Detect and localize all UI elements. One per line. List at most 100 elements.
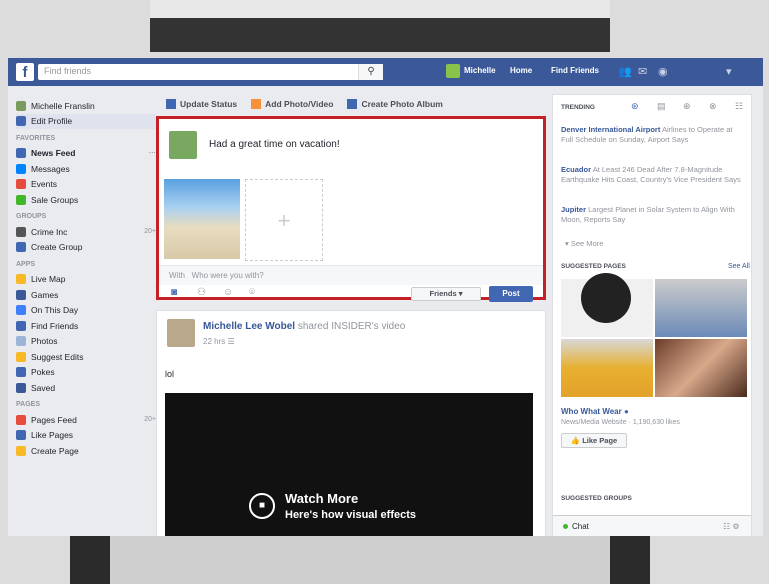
sidebar-item-games[interactable]: Games [16, 287, 156, 302]
chat-bar[interactable]: Chat ☷ ⚙ [553, 515, 751, 536]
location-icon[interactable]: ⌾ [249, 287, 255, 298]
events-icon [16, 179, 26, 189]
monitor-leg-left [70, 536, 110, 584]
suggested-groups-header: SUGGESTED GROUPS [561, 495, 632, 502]
nav-find-friends-link[interactable]: Find Friends [551, 66, 599, 75]
with-input[interactable]: Who were you with? [192, 271, 264, 280]
video-camera-icon[interactable]: ■ [249, 493, 275, 519]
trend-item[interactable]: Denver International Airport Airlines to… [561, 125, 745, 144]
sidebar-item-live-map[interactable]: Live Map [16, 272, 156, 287]
sidebar-item-messages[interactable]: Messages [16, 161, 156, 176]
sidebar-item-edit-profile[interactable]: Edit Profile [16, 113, 156, 129]
timestamp-text: 22 hrs [203, 337, 226, 346]
update-status-tab[interactable]: Update Status [166, 99, 237, 110]
add-photo-icon[interactable]: + [245, 179, 323, 261]
search-icon[interactable]: ⚲ [358, 64, 383, 80]
friend-requests-icon[interactable]: 👥 [618, 65, 632, 78]
sidebar-item-pokes[interactable]: Pokes [16, 365, 156, 380]
create-page-icon [16, 445, 26, 456]
search-input[interactable]: Find friends [38, 64, 383, 80]
pages-header: PAGES [16, 401, 40, 408]
sidebar-item-find-friends[interactable]: Find Friends [16, 318, 156, 333]
video-player[interactable]: ■ Watch More Here's how visual effects [165, 393, 533, 536]
trend-item[interactable]: Ecuador At Least 246 Dead After 7.8-Magn… [561, 165, 745, 184]
sidebar-item-saved[interactable]: Saved [16, 380, 156, 395]
author-link[interactable]: Michelle Lee Wobel [203, 321, 295, 332]
sidebar-item-pages-feed[interactable]: Pages Feed 20+ [16, 412, 156, 427]
chat-label: Chat [572, 522, 589, 531]
see-all-link[interactable]: See All [728, 263, 750, 270]
sidebar-item-sale-groups[interactable]: Sale Groups [16, 192, 156, 207]
like-pages-icon [16, 430, 26, 440]
camera-icon[interactable]: ◙ [171, 287, 177, 298]
sidebar-item-create-group[interactable]: Create Group [16, 240, 156, 255]
more-icon[interactable]: ··· [149, 150, 156, 157]
avatar[interactable] [446, 64, 460, 78]
tag-people-icon[interactable]: ⚇ [197, 287, 206, 298]
create-photo-album-tab[interactable]: Create Photo Album [347, 98, 443, 110]
messages-icon[interactable]: ✉ [638, 65, 647, 78]
tab-label: Create Photo Album [361, 98, 443, 109]
sidebar-item-profile[interactable]: Michelle Franslin [16, 98, 156, 113]
chat-settings-icon[interactable]: ☷ ⚙ [723, 522, 740, 531]
sidebar-item-label: Suggest Edits [31, 351, 84, 362]
trend-title: Ecuador [561, 165, 592, 174]
notifications-icon[interactable]: ◉ [658, 65, 668, 78]
sidebar-item-label: Create Page [31, 445, 79, 456]
sidebar-item-label: Like Pages [31, 430, 74, 440]
avatar-icon [16, 100, 26, 111]
feed-story: Michelle Lee Wobel shared INSIDER's vide… [156, 310, 546, 536]
story-timestamp[interactable]: 22 hrs ☰ [203, 337, 235, 346]
sidebar-item-crime-inc[interactable]: Crime Inc 20+ [16, 224, 156, 239]
suggested-page-image[interactable] [655, 279, 747, 337]
games-icon [16, 289, 26, 300]
avatar[interactable] [167, 319, 195, 347]
apps-header: APPS [16, 260, 36, 268]
favorites-header: FAVORITES [16, 134, 56, 142]
sidebar-item-label: Live Map [31, 274, 66, 284]
trending-science-icon[interactable]: ⊕ [683, 101, 691, 112]
sidebar-item-suggest-edits[interactable]: Suggest Edits [16, 349, 156, 364]
trend-item[interactable]: Jupiter Largest Planet in Solar System t… [561, 205, 745, 224]
suggest-edits-icon [16, 351, 26, 362]
sidebar-item-label: Photos [31, 336, 58, 346]
tab-label: Add Photo/Video [265, 98, 334, 109]
tag-friends-row[interactable]: With Who were you with? [159, 265, 543, 285]
feeling-icon[interactable]: ☺ [223, 287, 233, 298]
attached-photo[interactable] [164, 179, 240, 259]
suggested-page-image[interactable] [561, 339, 653, 397]
nav-user-name[interactable]: Michelle [464, 66, 496, 75]
add-photo-video-tab[interactable]: Add Photo/Video [251, 99, 333, 110]
trending-politics-icon[interactable]: ▤ [657, 101, 666, 112]
facebook-screen: f Find friends ⚲ Michelle Home Find Frie… [8, 58, 763, 536]
nav-home-link[interactable]: Home [510, 66, 532, 75]
sidebar-item-like-pages[interactable]: Like Pages [16, 428, 156, 443]
sidebar-item-events[interactable]: Events [16, 177, 156, 192]
see-more-link[interactable]: ▾ See More [565, 239, 603, 248]
post-button[interactable]: Post [489, 286, 533, 302]
facebook-logo-icon[interactable]: f [16, 63, 34, 81]
sidebar-item-on-this-day[interactable]: On This Day [16, 303, 156, 318]
suggested-page-meta: News/Media Website · 1,190,630 likes [561, 419, 680, 426]
create-group-icon [16, 242, 26, 252]
video-title: Watch More [285, 491, 359, 506]
like-page-button[interactable]: 👍 Like Page [561, 433, 627, 448]
sidebar-item-photos[interactable]: Photos [16, 334, 156, 349]
sidebar-item-count: 20+ [144, 416, 156, 423]
status-text-input[interactable]: Had a great time on vacation! [209, 139, 340, 150]
trending-sports-icon[interactable]: ⊗ [709, 101, 717, 112]
messages-icon [16, 163, 26, 174]
trending-entertainment-icon[interactable]: ☷ [735, 101, 743, 112]
suggested-page-image[interactable] [655, 339, 747, 397]
image-content [581, 273, 631, 323]
suggested-page-image[interactable] [561, 273, 653, 337]
story-text: lol [165, 369, 175, 379]
edit-icon [166, 99, 176, 110]
settings-icon[interactable]: ▾ [726, 65, 732, 78]
suggested-page-name[interactable]: Who What Wear ● [561, 407, 629, 416]
audience-selector[interactable]: Friends ▾ [411, 287, 481, 301]
sidebar-item-create-page[interactable]: Create Page [16, 443, 156, 458]
sidebar-item-news-feed[interactable]: News Feed ··· [16, 146, 156, 161]
sidebar-item-label: Games [31, 289, 59, 300]
trending-top-icon[interactable]: ⊛ [631, 101, 639, 112]
